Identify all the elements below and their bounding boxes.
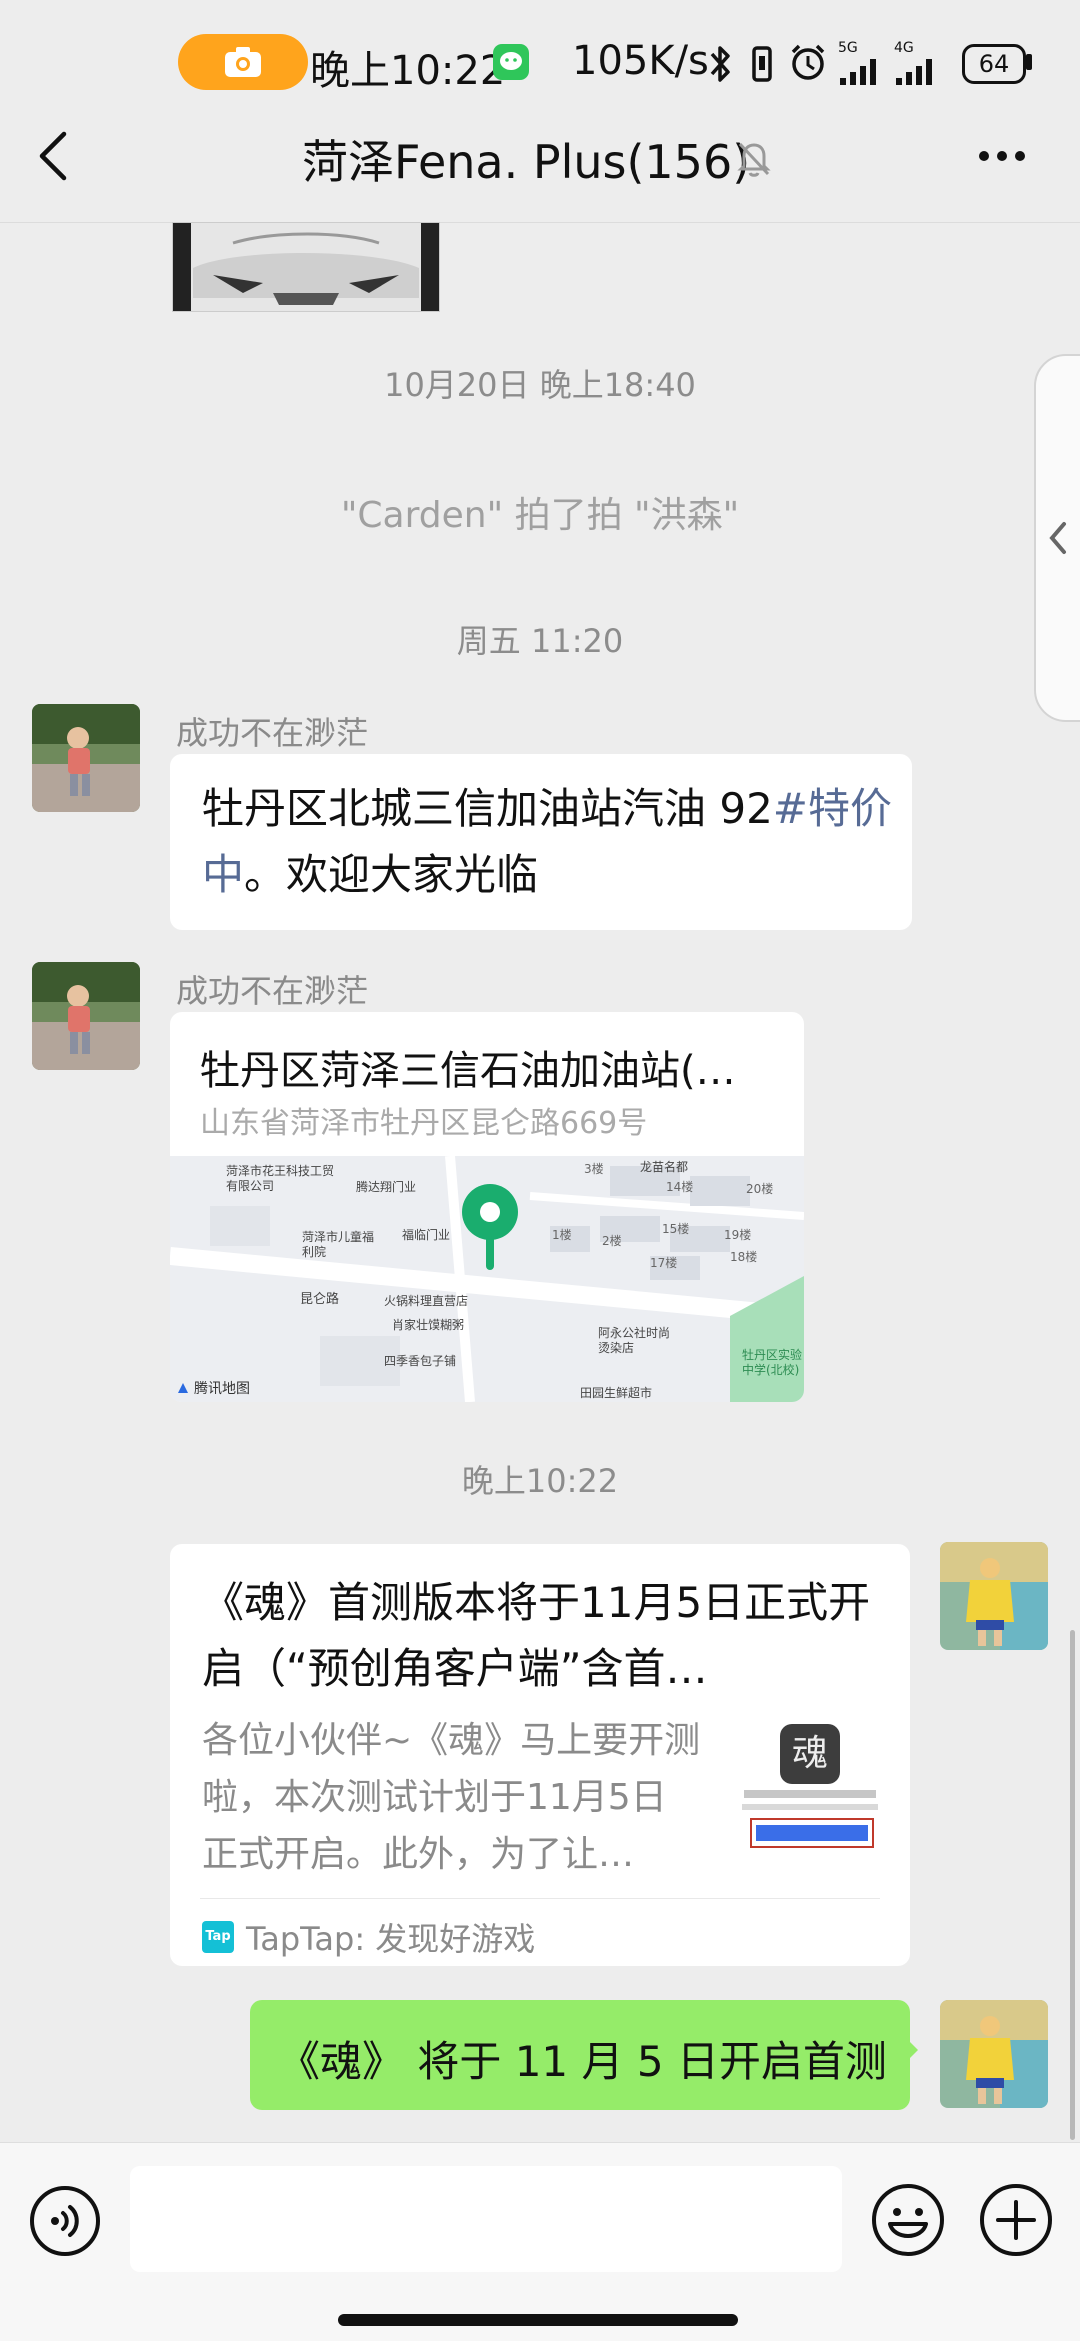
floating-side-tab[interactable] (1034, 354, 1080, 722)
map-label: 菏泽市儿童福利院 (302, 1230, 375, 1259)
map-pin-icon (462, 1184, 518, 1270)
screen-recording-indicator[interactable] (178, 34, 308, 90)
avatar[interactable] (32, 962, 140, 1070)
game-logo-icon: 魂 (780, 1724, 840, 1784)
avatar[interactable] (32, 704, 140, 812)
bubble-tail (906, 2038, 918, 2062)
system-pat-notice: "Carden" 拍了拍 "洪森" (340, 495, 740, 536)
image-message-car[interactable] (172, 222, 440, 312)
chat-title[interactable]: 菏泽Fena. Plus(156) (302, 126, 750, 192)
timestamp: 10月20日 晚上18:40 (384, 366, 696, 404)
map-brand-label: 腾讯地图 (194, 1381, 250, 1397)
tencent-map-icon (178, 1383, 188, 1393)
map-label: 阿永公社时尚烫染店 (598, 1326, 671, 1355)
add-icon[interactable] (978, 2182, 1054, 2258)
location-message-card[interactable]: 牡丹区菏泽三信石油加油站(… 山东省菏泽市牡丹区昆仑路669号 菏泽市花王科技工… (170, 1012, 804, 1402)
bluetooth-icon (710, 46, 730, 82)
map-label: 15楼 (662, 1222, 690, 1236)
sender-name: 成功不在渺茫 (176, 972, 369, 1010)
link-card-title: 《魂》首测版本将于11月5日正式开启（“预创角客户端”含首… (202, 1578, 871, 1693)
home-indicator[interactable] (338, 2314, 738, 2326)
timestamp: 晚上10:22 (461, 1462, 619, 1500)
map-label: 火锅料理直营店 (384, 1294, 469, 1308)
mute-bell-icon (737, 142, 771, 177)
timestamp: 周五 11:20 (456, 622, 624, 660)
my-avatar[interactable] (940, 2000, 1048, 2108)
message-input[interactable] (130, 2166, 842, 2272)
signal-icon (896, 59, 932, 85)
battery-icon: 64 (962, 44, 1026, 84)
map-label: 17楼 (650, 1256, 678, 1270)
wechat-icon (493, 44, 529, 80)
network-4g-label: 4G (894, 40, 914, 56)
sender-name: 成功不在渺茫 (176, 714, 369, 752)
thumb-text-line (744, 1790, 876, 1798)
battery-level: 64 (978, 50, 1010, 78)
map-label: 田园生鲜超市 (580, 1386, 653, 1400)
message-text: 牡丹区北城三信加油站汽油 92 (202, 784, 773, 833)
map-label: 20楼 (746, 1182, 774, 1196)
map-label: 18楼 (730, 1250, 758, 1264)
text-message-bubble-sent[interactable]: 《魂》 将于 11 月 5 日开启首测 (250, 2000, 918, 2110)
divider (200, 1898, 880, 1899)
vibrate-icon (752, 46, 772, 82)
map-brand: 腾讯地图 (176, 1378, 250, 1398)
map-label: 牡丹区实验中学(北校) (742, 1348, 803, 1377)
map-label: 龙苗名都 (640, 1160, 689, 1174)
back-icon[interactable] (34, 128, 74, 184)
map-label: 19楼 (724, 1228, 752, 1242)
map-label: 14楼 (666, 1180, 694, 1194)
my-avatar[interactable] (940, 1542, 1048, 1650)
camera-icon (225, 47, 261, 77)
source-label: TapTap: 发现好游戏 (246, 1920, 536, 1958)
link-card-source: Tap TapTap: 发现好游戏 (202, 1914, 535, 1960)
emoji-icon[interactable] (870, 2182, 946, 2258)
location-address: 山东省菏泽市牡丹区昆仑路669号 (200, 1106, 648, 1141)
chevron-left-icon (1049, 522, 1066, 554)
link-card-thumbnail: 魂 (738, 1720, 882, 1864)
map-label: 3楼 (584, 1162, 604, 1176)
map-label: 四季香包子铺 (384, 1354, 457, 1368)
battery-tip (1026, 54, 1032, 70)
thumb-text-line (742, 1804, 878, 1810)
map-label: 1楼 (552, 1228, 572, 1242)
status-time: 晚上10:22 (310, 48, 506, 94)
map-label: 菏泽市花王科技工贸有限公司 (226, 1164, 335, 1193)
link-card-message[interactable]: 《魂》首测版本将于11月5日正式开启（“预创角客户端”含首… 各位小伙伴~《魂》… (170, 1544, 910, 1966)
location-title: 牡丹区菏泽三信石油加油站(… (200, 1048, 736, 1094)
network-speed: 105K/s (572, 38, 709, 84)
message-text-suffix: 。欢迎大家光临 (244, 850, 539, 899)
network-5g-label: 5G (838, 40, 858, 56)
scrollbar[interactable] (1070, 1630, 1075, 2140)
message-text: 《魂》 将于 11 月 5 日开启首测 (278, 2037, 887, 2086)
map-label: 昆仑路 (300, 1292, 340, 1307)
alarm-icon (791, 44, 825, 80)
map-label: 2楼 (602, 1234, 622, 1248)
text-message-bubble[interactable]: 牡丹区北城三信加油站汽油 92#特价中。欢迎大家光临 (170, 754, 912, 930)
more-icon[interactable] (976, 148, 1028, 164)
signal-icon (840, 59, 876, 85)
voice-icon[interactable] (28, 2184, 102, 2258)
map-preview[interactable]: 菏泽市花王科技工贸有限公司 腾达翔门业 福临门业 菏泽市儿童福利院 昆仑路 火锅… (170, 1156, 804, 1402)
map-label: 肖家壮馍糊粥 (392, 1318, 465, 1332)
map-label: 腾达翔门业 (356, 1180, 417, 1194)
map-label: 福临门业 (402, 1228, 451, 1242)
thumb-highlight-box (750, 1818, 874, 1848)
taptap-logo-icon: Tap (202, 1921, 234, 1953)
link-card-description: 各位小伙伴~《魂》马上要开测啦，本次测试计划于11月5日正式开启。此外，为了让… (202, 1720, 701, 1875)
